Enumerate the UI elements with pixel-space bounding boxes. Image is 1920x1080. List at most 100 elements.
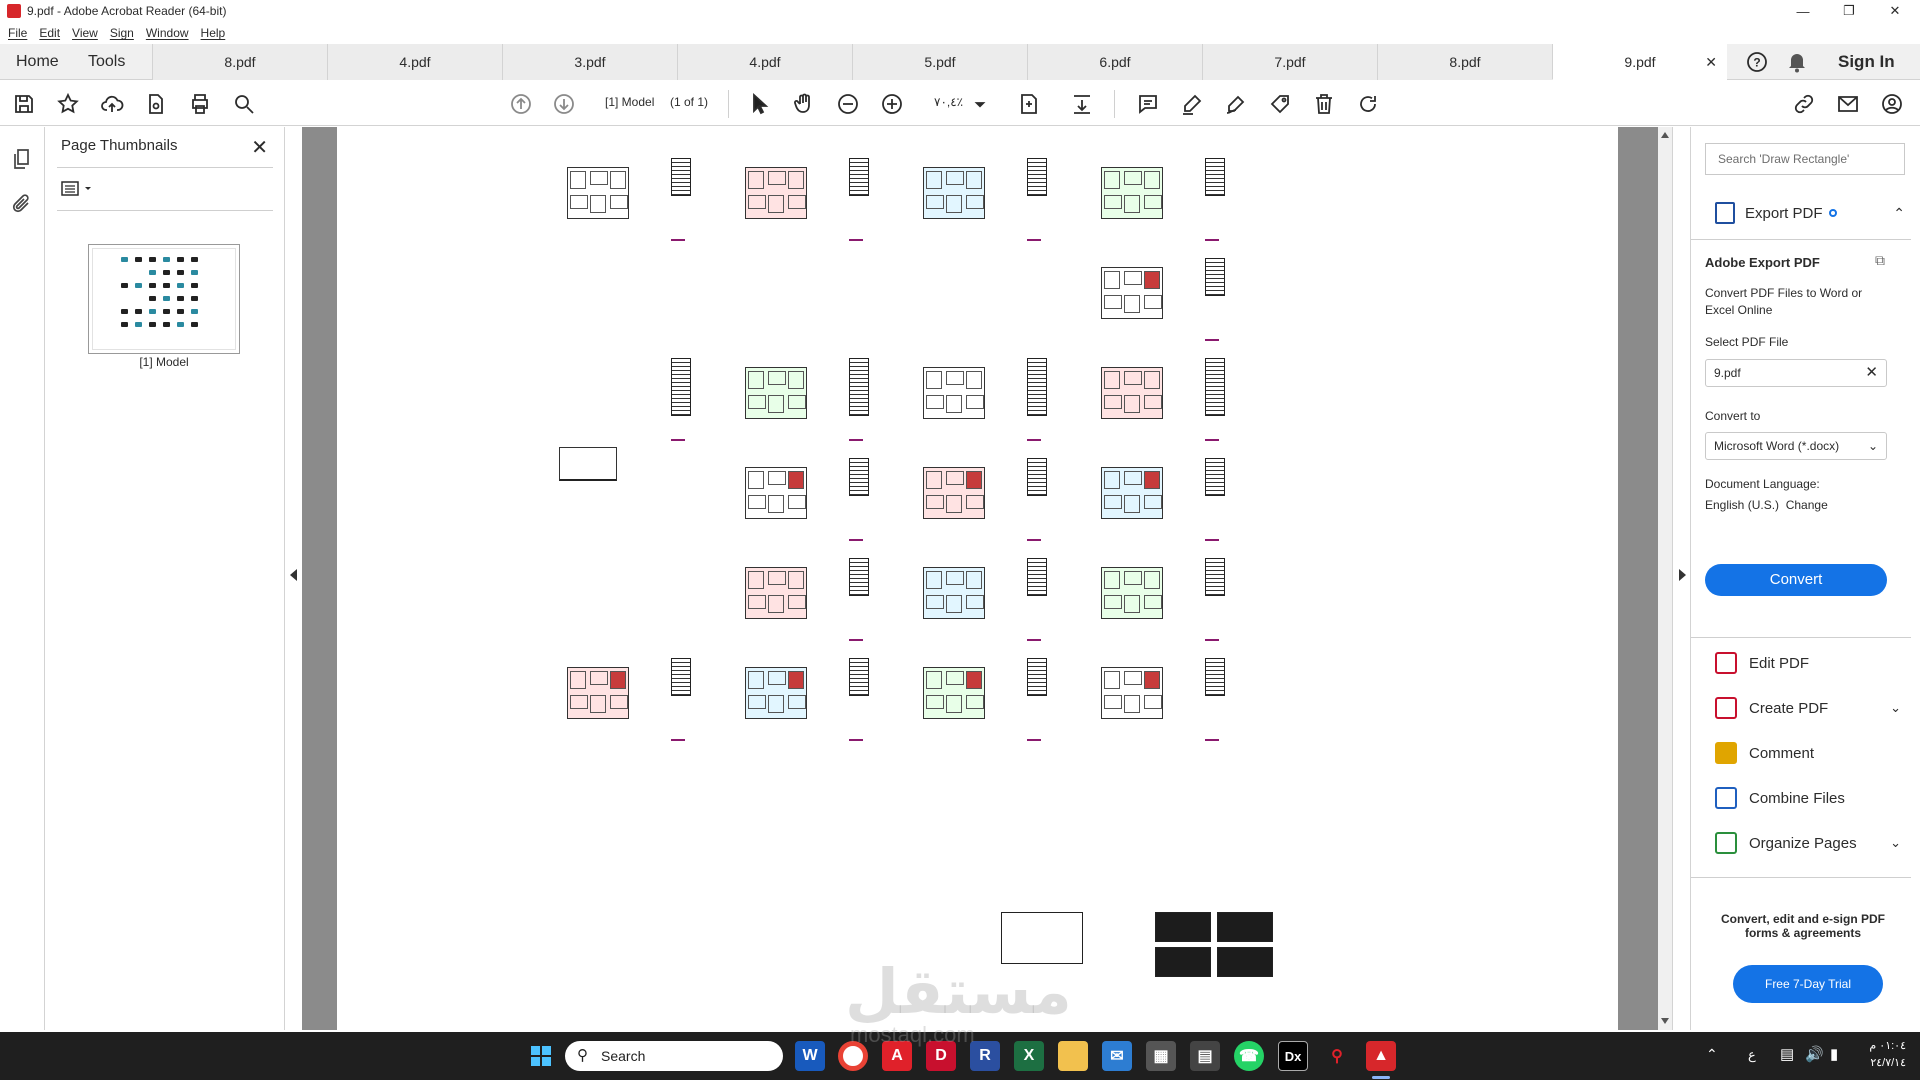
upload-cloud-icon[interactable] bbox=[98, 90, 126, 118]
previous-page-icon[interactable] bbox=[507, 90, 535, 118]
help-icon[interactable]: ? bbox=[1745, 50, 1769, 74]
collapse-panel-strip[interactable] bbox=[285, 127, 302, 1030]
language-indicator-icon[interactable]: ع bbox=[1748, 1047, 1756, 1063]
mail-app-icon[interactable]: ✉ bbox=[1102, 1041, 1132, 1071]
restore-button[interactable]: ❐ bbox=[1826, 0, 1872, 22]
convert-format-select[interactable]: Microsoft Word (*.docx) ⌄ bbox=[1705, 432, 1887, 460]
copy-settings-icon[interactable]: ⧉ bbox=[1875, 252, 1885, 269]
tool-comment[interactable]: Comment bbox=[1715, 739, 1814, 767]
bookmark-star-icon[interactable] bbox=[54, 90, 82, 118]
selected-file-field[interactable]: 9.pdf ✕ bbox=[1705, 359, 1887, 387]
room-outline bbox=[1144, 671, 1160, 689]
acrobat-taskbar-icon[interactable]: ▲ bbox=[1366, 1041, 1396, 1071]
file-explorer-icon[interactable] bbox=[1058, 1041, 1088, 1071]
attachments-paperclip-icon[interactable] bbox=[10, 192, 34, 216]
minimize-button[interactable]: — bbox=[1780, 0, 1826, 22]
rotate-icon[interactable] bbox=[1354, 90, 1382, 118]
email-icon[interactable] bbox=[1834, 90, 1862, 118]
close-window-button[interactable]: ✕ bbox=[1872, 0, 1918, 22]
page-thumbnail[interactable] bbox=[88, 244, 240, 354]
select-cursor-icon[interactable] bbox=[745, 90, 773, 118]
tray-chevron-icon[interactable]: ⌃ bbox=[1706, 1046, 1718, 1063]
zoom-dropdown-icon[interactable] bbox=[972, 90, 988, 118]
tool-organize-pages[interactable]: Organize Pages ⌄ bbox=[1715, 829, 1901, 857]
comment-icon[interactable] bbox=[1134, 90, 1162, 118]
right-collapse-strip[interactable] bbox=[1672, 127, 1690, 1030]
collapse-left-icon[interactable] bbox=[290, 569, 298, 581]
menu-sign[interactable]: Sign bbox=[110, 26, 134, 40]
document-viewport[interactable] bbox=[302, 127, 1658, 1030]
doc-tab[interactable]: 3.pdf bbox=[502, 44, 677, 80]
delete-trash-icon[interactable] bbox=[1310, 90, 1338, 118]
menu-help[interactable]: Help bbox=[201, 26, 226, 40]
search-tools-input[interactable]: Search 'Draw Rectangle' bbox=[1705, 143, 1905, 175]
menu-view[interactable]: View bbox=[72, 26, 98, 40]
zoom-level-select[interactable]: ٧٠,٤٪ bbox=[934, 95, 963, 109]
doc-tab[interactable]: 4.pdf bbox=[677, 44, 852, 80]
scroll-down-icon[interactable] bbox=[1661, 1017, 1669, 1025]
page-thumbnails-icon[interactable] bbox=[10, 147, 34, 171]
doc-tab[interactable]: 6.pdf bbox=[1027, 44, 1202, 80]
tool-edit-pdf[interactable]: Edit PDF bbox=[1715, 649, 1809, 677]
zoom-search-icon[interactable] bbox=[230, 90, 258, 118]
excel-app-icon[interactable]: X bbox=[1014, 1041, 1044, 1071]
close-panel-icon[interactable]: ✕ bbox=[251, 135, 268, 160]
network-icon[interactable]: ▤ bbox=[1780, 1045, 1794, 1063]
whatsapp-app-icon[interactable]: ☎ bbox=[1234, 1041, 1264, 1071]
free-trial-button[interactable]: Free 7-Day Trial bbox=[1733, 965, 1883, 1003]
dx-app-icon[interactable]: Dx bbox=[1278, 1041, 1308, 1071]
doc-tab[interactable]: 8.pdf bbox=[1377, 44, 1552, 80]
menu-edit[interactable]: Edit bbox=[39, 26, 60, 40]
room-outline bbox=[610, 695, 628, 709]
user-profile-icon[interactable] bbox=[1878, 90, 1906, 118]
volume-icon[interactable]: 🔊 bbox=[1805, 1045, 1824, 1063]
sign-in-button[interactable]: Sign In bbox=[1838, 44, 1895, 80]
chevron-down-icon[interactable]: ⌄ bbox=[1890, 700, 1901, 716]
draw-sign-icon[interactable] bbox=[1222, 90, 1250, 118]
menu-file[interactable]: File bbox=[8, 26, 27, 40]
location-pin-icon[interactable]: ⚲ bbox=[1322, 1041, 1352, 1071]
thumbnail-options-icon[interactable] bbox=[61, 179, 101, 199]
hand-tool-icon[interactable] bbox=[790, 90, 818, 118]
fit-page-icon[interactable] bbox=[1015, 90, 1043, 118]
menu-window[interactable]: Window bbox=[146, 26, 189, 40]
doc-tab[interactable]: 5.pdf bbox=[852, 44, 1027, 80]
system-clock[interactable]: ٠١:٠٤ م ٢٤/٧/١٤ bbox=[1869, 1038, 1906, 1072]
print-icon[interactable] bbox=[186, 90, 214, 118]
tools-tab[interactable]: Tools bbox=[88, 44, 125, 80]
bell-icon[interactable] bbox=[1785, 50, 1809, 74]
scroll-mode-icon[interactable] bbox=[1068, 90, 1096, 118]
document-app-icon[interactable]: ▤ bbox=[1190, 1041, 1220, 1071]
stamp-tag-icon[interactable] bbox=[1266, 90, 1294, 118]
zoom-in-icon[interactable] bbox=[878, 90, 906, 118]
tool-create-pdf[interactable]: Create PDF ⌄ bbox=[1715, 694, 1901, 722]
chevron-down-icon[interactable]: ⌄ bbox=[1890, 835, 1901, 851]
highlight-pen-icon[interactable] bbox=[1178, 90, 1206, 118]
export-pdf-header[interactable]: Export PDF ⌃ bbox=[1715, 200, 1905, 226]
share-link-icon[interactable] bbox=[1790, 90, 1818, 118]
convert-button[interactable]: Convert bbox=[1705, 564, 1887, 596]
document-search-icon[interactable] bbox=[142, 90, 170, 118]
change-language-link[interactable]: Change bbox=[1786, 498, 1828, 512]
chevron-up-icon[interactable]: ⌃ bbox=[1893, 205, 1905, 222]
tool-combine-files[interactable]: Combine Files bbox=[1715, 784, 1845, 812]
doc-tab-active[interactable]: 9.pdf ✕ bbox=[1552, 44, 1727, 80]
word-app-icon[interactable]: W bbox=[795, 1041, 825, 1071]
doc-tab[interactable]: 8.pdf bbox=[152, 44, 327, 80]
taskbar-search-input[interactable]: ⚲ Search bbox=[565, 1041, 783, 1071]
scroll-up-icon[interactable] bbox=[1661, 131, 1669, 139]
home-tab[interactable]: Home bbox=[16, 44, 59, 80]
page-number-input[interactable]: [1] Model bbox=[605, 95, 654, 109]
close-tab-icon[interactable]: ✕ bbox=[1705, 44, 1717, 80]
expand-right-icon[interactable] bbox=[1678, 569, 1686, 581]
battery-icon[interactable]: ▮ bbox=[1830, 1045, 1838, 1063]
clear-file-icon[interactable]: ✕ bbox=[1865, 360, 1878, 386]
calculator-app-icon[interactable]: ▦ bbox=[1146, 1041, 1176, 1071]
save-icon[interactable] bbox=[10, 90, 38, 118]
doc-tab[interactable]: 4.pdf bbox=[327, 44, 502, 80]
zoom-out-icon[interactable] bbox=[834, 90, 862, 118]
vertical-scrollbar[interactable] bbox=[1658, 127, 1672, 1030]
next-page-icon[interactable] bbox=[550, 90, 578, 118]
doc-tab[interactable]: 7.pdf bbox=[1202, 44, 1377, 80]
windows-start-icon[interactable] bbox=[526, 1041, 556, 1071]
